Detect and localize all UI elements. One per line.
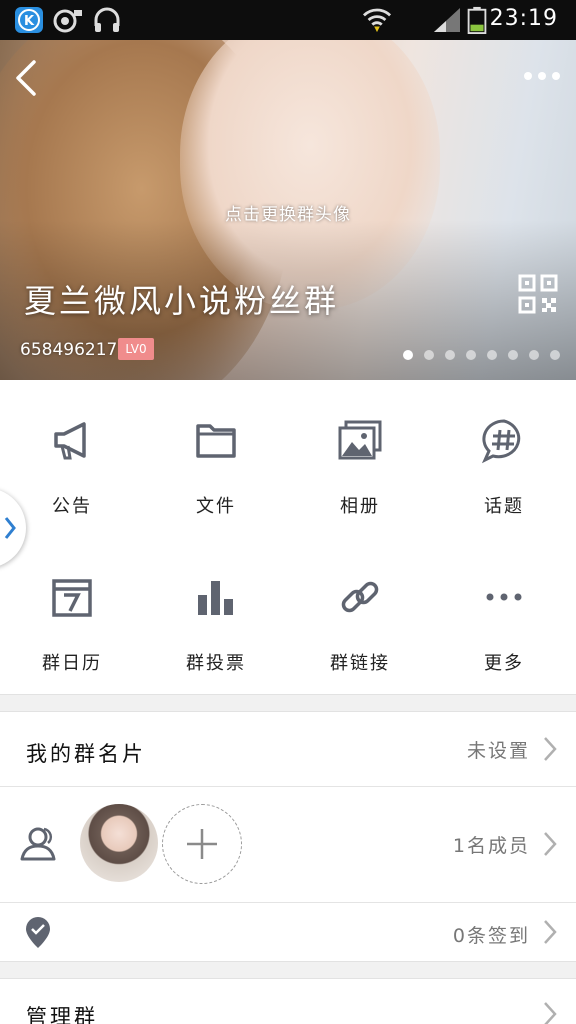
grid-item-label: 相册: [340, 496, 380, 517]
group-cover-banner[interactable]: 点击更换群头像 夏兰微风小说粉丝群 658496217 LV0: [0, 40, 576, 380]
checkin-count: 0条签到: [452, 925, 530, 947]
grid-item-files[interactable]: 文件: [144, 380, 288, 537]
status-bar: K 23:19: [0, 0, 576, 40]
wifi-icon: [362, 8, 392, 33]
grid-item-topic[interactable]: 话题: [432, 380, 576, 537]
grid-item-label: 群链接: [330, 653, 390, 674]
member-avatar[interactable]: [80, 804, 158, 882]
chevron-right-icon: [544, 920, 557, 944]
battery-icon: [467, 6, 487, 34]
more-dots-icon: [486, 593, 522, 601]
banner-page-dot[interactable]: [424, 350, 434, 360]
grid-item-label: 群投票: [186, 653, 246, 674]
topic-icon: [481, 419, 521, 464]
chevron-right-icon: [544, 1002, 557, 1024]
banner-page-dot[interactable]: [508, 350, 518, 360]
feature-grid: 公告 文件 相册 话题 群日历 群投票 群链接 更多: [0, 380, 576, 694]
more-options-button[interactable]: [522, 66, 562, 86]
banner-page-dot[interactable]: [466, 350, 476, 360]
banner-page-dot[interactable]: [487, 350, 497, 360]
grid-item-label: 群日历: [42, 653, 102, 674]
add-member-button[interactable]: [162, 804, 242, 884]
clock: 23:19: [489, 6, 558, 31]
link-icon: [341, 581, 379, 613]
banner-page-dot[interactable]: [529, 350, 539, 360]
location-check-icon: [26, 917, 50, 948]
banner-page-indicator: [403, 350, 560, 360]
banner-page-dot[interactable]: [550, 350, 560, 360]
folder-icon: [196, 424, 236, 458]
chevron-right-icon: [4, 517, 16, 539]
back-button[interactable]: [10, 58, 46, 98]
plus-icon: [187, 829, 217, 859]
manage-group-row[interactable]: 管理群: [0, 979, 576, 1024]
my-group-card-row[interactable]: 我的群名片 未设置: [0, 712, 576, 786]
manage-group-title: 管理群: [26, 1005, 98, 1024]
my-group-card-title: 我的群名片: [26, 742, 146, 766]
banner-page-dot[interactable]: [445, 350, 455, 360]
member-count: 1名成员: [452, 835, 530, 857]
qr-code-icon[interactable]: [518, 274, 558, 314]
section-divider: [0, 961, 576, 979]
grid-item-label: 文件: [196, 496, 236, 517]
album-icon: [338, 420, 382, 460]
app-k-icon: K: [15, 7, 43, 33]
svg-text:K: K: [24, 14, 35, 29]
grid-item-label: 话题: [484, 496, 524, 517]
members-icon: [20, 827, 56, 861]
camera-icon: [53, 9, 82, 33]
my-group-card-value: 未设置: [466, 740, 530, 762]
vote-chart-icon: [198, 581, 233, 615]
banner-page-dot[interactable]: [403, 350, 413, 360]
group-name: 夏兰微风小说粉丝群: [24, 282, 340, 320]
grid-item-vote[interactable]: 群投票: [144, 537, 288, 694]
level-badge: LV0: [118, 338, 154, 360]
change-avatar-hint[interactable]: 点击更换群头像: [0, 200, 576, 225]
grid-item-calendar[interactable]: 群日历: [0, 537, 144, 694]
checkin-row[interactable]: 0条签到: [0, 903, 576, 961]
grid-item-album[interactable]: 相册: [288, 380, 432, 537]
section-divider: [0, 694, 576, 712]
megaphone-icon: [54, 422, 86, 460]
headphones-icon: [94, 7, 120, 32]
signal-icon: [434, 8, 460, 32]
chevron-right-icon: [544, 832, 557, 856]
grid-item-more[interactable]: 更多: [432, 537, 576, 694]
group-id: 658496217: [20, 340, 118, 360]
calendar-icon: [52, 579, 92, 617]
chevron-right-icon: [544, 737, 557, 761]
grid-item-label: 更多: [484, 653, 524, 674]
grid-item-link[interactable]: 群链接: [288, 537, 432, 694]
